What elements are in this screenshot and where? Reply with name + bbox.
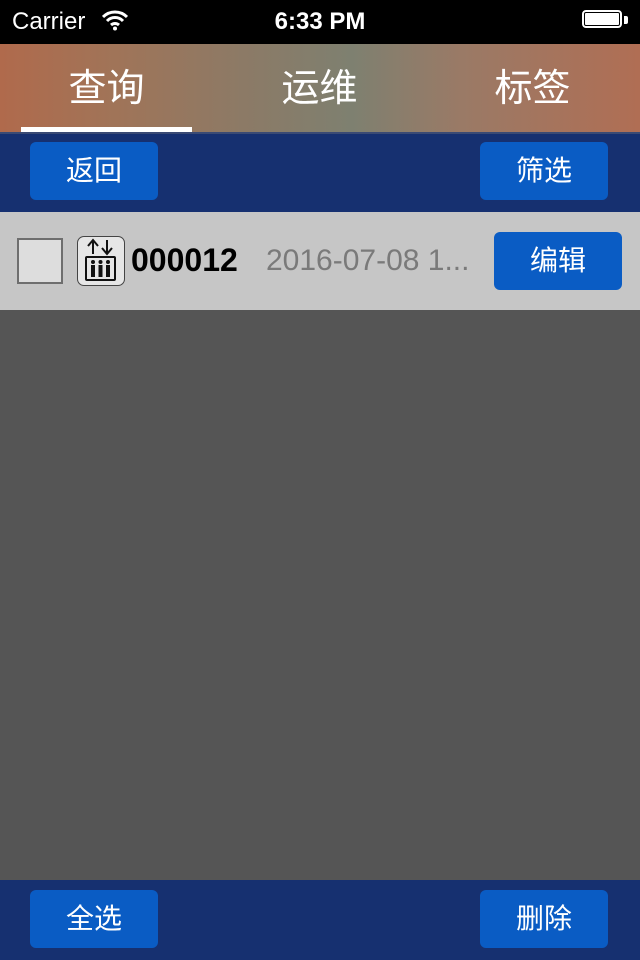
delete-button[interactable]: 删除 bbox=[480, 890, 608, 948]
tab-labels[interactable]: 标签 bbox=[426, 44, 639, 132]
row-id: 000012 bbox=[131, 242, 238, 278]
row-checkbox[interactable] bbox=[17, 238, 63, 284]
list-item[interactable]: 000012 2016-07-08 1... 编辑 bbox=[0, 212, 640, 310]
selected-tab-indicator bbox=[21, 127, 192, 132]
tab-maintenance[interactable]: 运维 bbox=[213, 44, 426, 132]
filter-button[interactable]: 筛选 bbox=[480, 142, 608, 200]
back-button[interactable]: 返回 bbox=[30, 142, 158, 200]
bottom-toolbar: 全选 删除 bbox=[0, 880, 640, 960]
row-date: 2016-07-08 1... bbox=[266, 244, 470, 277]
edit-button[interactable]: 编辑 bbox=[494, 232, 622, 290]
elevator-icon bbox=[77, 236, 125, 286]
battery-icon bbox=[582, 10, 628, 30]
tab-bar: 查询 运维 标签 bbox=[0, 44, 640, 134]
clock: 6:33 PM bbox=[274, 8, 366, 35]
select-all-button[interactable]: 全选 bbox=[30, 890, 158, 948]
tab-query[interactable]: 查询 bbox=[0, 44, 213, 132]
top-toolbar: 返回 筛选 bbox=[0, 134, 640, 212]
status-bar: Carrier 6:33 PM bbox=[0, 0, 640, 44]
